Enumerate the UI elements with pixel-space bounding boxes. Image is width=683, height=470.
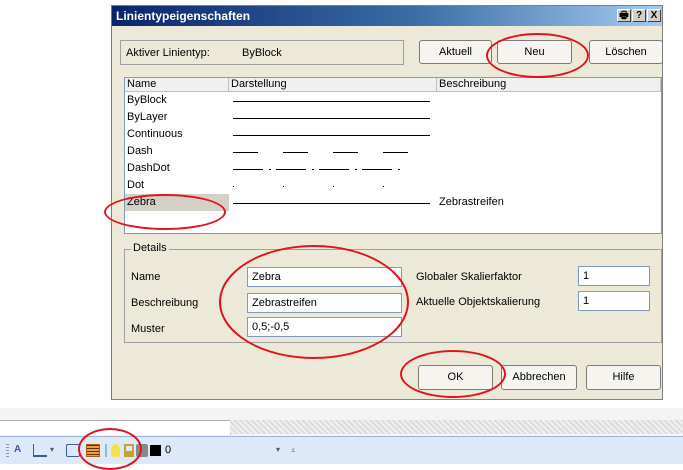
column-header-description[interactable]: Beschreibung xyxy=(437,78,661,92)
close-button[interactable]: X xyxy=(647,9,661,22)
ok-button[interactable]: OK xyxy=(418,365,493,390)
linetype-manager-icon[interactable] xyxy=(86,444,100,457)
details-group-label: Details xyxy=(131,242,169,254)
properties-toolbar: A ▾ 0 ▾ ⩡ xyxy=(0,436,683,464)
linetype-preview-dot xyxy=(233,186,234,187)
column-header-appearance[interactable]: Darstellung xyxy=(229,78,437,92)
pattern-label: Muster xyxy=(131,323,165,335)
name-field[interactable]: Zebra xyxy=(247,267,402,287)
linetype-preview-dash-segment xyxy=(233,152,258,153)
layers-icon[interactable] xyxy=(66,444,80,457)
current-button[interactable]: Aktuell xyxy=(419,40,492,64)
layer-dropdown-arrow-icon[interactable]: ▾ xyxy=(276,444,290,457)
linetype-row[interactable]: Dot xyxy=(125,177,675,194)
description-label: Beschreibung xyxy=(131,297,199,309)
column-header-name[interactable]: Name xyxy=(125,78,229,92)
help-button[interactable]: Hilfe xyxy=(586,365,661,390)
linetype-name: DashDot xyxy=(127,162,170,174)
linetype-properties-dialog: Linientypeigenschaften 🖶 ? X Aktiver Lin… xyxy=(111,5,663,400)
linetype-preview-dot xyxy=(312,169,314,170)
active-linetype-value: ByBlock xyxy=(242,47,282,59)
linetype-preview-dash-segment xyxy=(383,152,408,153)
linetype-preview-solid xyxy=(233,135,430,136)
linetype-row-selected[interactable]: Zebra Zebrastreifen xyxy=(125,194,675,211)
linetype-row[interactable]: Continuous xyxy=(125,126,675,143)
new-button[interactable]: Neu xyxy=(497,40,572,64)
layer-name[interactable]: 0 xyxy=(165,444,171,456)
linetype-preview-dot xyxy=(333,186,334,187)
linetype-preview-dash-segment xyxy=(276,169,306,170)
linetype-name: Dash xyxy=(127,145,153,157)
linetype-row[interactable]: ByLayer xyxy=(125,109,675,126)
linetype-preview-dash-segment xyxy=(362,169,392,170)
linetype-preview-dot xyxy=(355,169,357,170)
lock-icon[interactable] xyxy=(124,444,134,457)
linetype-name: Dot xyxy=(127,179,145,191)
linetype-list[interactable]: Name Darstellung Beschreibung ByBlock By… xyxy=(124,77,662,234)
toolbar-overflow-icon[interactable]: ⩡ xyxy=(291,444,305,457)
help-question-button[interactable]: ? xyxy=(632,9,646,22)
global-scale-field[interactable]: 1 xyxy=(578,266,650,286)
linetype-name: Continuous xyxy=(127,128,183,140)
global-scale-label: Globaler Skalierfaktor xyxy=(416,271,522,283)
hatched-area xyxy=(230,420,683,434)
object-scale-label: Aktuelle Objektskalierung xyxy=(416,296,541,308)
linetype-row[interactable]: DashDot xyxy=(125,160,675,177)
linetype-name: Zebra xyxy=(127,196,156,208)
linetype-preview-solid xyxy=(233,118,430,119)
name-label: Name xyxy=(131,271,161,283)
edit-pencil-icon[interactable] xyxy=(33,444,47,457)
linetype-preview-dash-segment xyxy=(319,169,349,170)
linetype-row[interactable]: Dash xyxy=(125,143,675,160)
pattern-field[interactable]: 0,5;-0,5 xyxy=(247,317,402,337)
linetype-preview-solid xyxy=(233,203,430,204)
delete-button[interactable]: Löschen xyxy=(589,40,663,64)
linetype-preview-solid xyxy=(233,101,430,102)
linetype-row[interactable]: ByBlock xyxy=(125,92,675,109)
linetype-preview-dot xyxy=(269,169,271,170)
linetype-description: Zebrastreifen xyxy=(439,196,504,208)
active-linetype-label: Aktiver Linientyp: xyxy=(126,47,210,59)
layer-color-swatch xyxy=(150,445,161,456)
linetype-preview-dash-segment xyxy=(333,152,358,153)
toolbar-separator xyxy=(105,444,107,457)
print-icon[interactable] xyxy=(136,444,148,457)
dialog-title: Linientypeigenschaften xyxy=(116,9,251,23)
active-linetype-panel: Aktiver Linientyp: ByBlock xyxy=(120,40,404,65)
text-style-icon[interactable]: A xyxy=(14,444,28,457)
linetype-preview-dash-segment xyxy=(233,169,263,170)
linetype-name: ByLayer xyxy=(127,111,168,123)
print-icon[interactable]: 🖶 xyxy=(617,9,631,22)
dialog-titlebar: Linientypeigenschaften 🖶 ? X xyxy=(112,6,662,26)
lightbulb-icon[interactable] xyxy=(111,444,120,457)
linetype-preview-dot xyxy=(383,186,384,187)
linetype-preview-dot xyxy=(398,169,400,170)
dropdown-arrow-icon[interactable]: ▾ xyxy=(50,444,64,457)
object-scale-field[interactable]: 1 xyxy=(578,291,650,311)
details-group: Details Name Zebra Beschreibung Zebrastr… xyxy=(124,242,662,343)
panel-tab xyxy=(0,420,231,435)
linetype-preview-dot xyxy=(283,186,284,187)
description-field[interactable]: Zebrastreifen xyxy=(247,293,402,313)
linetype-preview-dash-segment xyxy=(283,152,308,153)
cancel-button[interactable]: Abbrechen xyxy=(501,365,577,390)
linetype-name: ByBlock xyxy=(127,94,167,106)
toolbar-grip-icon[interactable] xyxy=(6,444,9,457)
